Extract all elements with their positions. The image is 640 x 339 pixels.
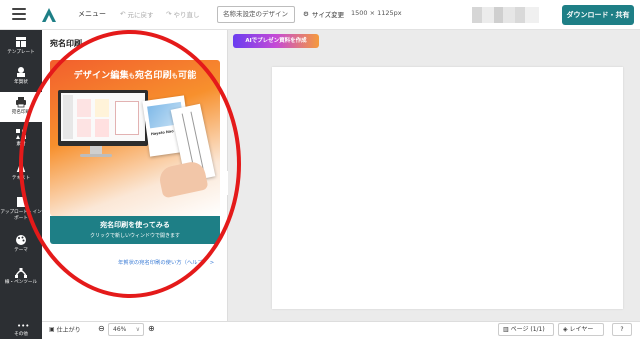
nav-item-label: テーマ [14, 248, 28, 253]
canvas-size-value: 1500 × 1125px [351, 9, 402, 17]
banner-headline-part: デザイン編集 [73, 71, 129, 81]
help-button[interactable]: ? [612, 323, 632, 336]
help-icon: ? [620, 326, 624, 333]
nav-item-theme[interactable]: テーマ [0, 230, 42, 260]
text-icon: A [17, 162, 26, 174]
layers-label: レイヤー [569, 326, 594, 333]
cta-main-label: 宛名印刷を使ってみる [100, 221, 170, 229]
layers-icon: ◈ [563, 326, 568, 333]
undo-icon: ↶ [120, 10, 126, 18]
app-logo[interactable] [40, 6, 58, 24]
artboard[interactable] [272, 67, 623, 309]
nav-item-template[interactable]: テンプレート [0, 32, 42, 62]
size-change-button[interactable]: ⚙ サイズ変更 [303, 9, 344, 19]
menu-button[interactable]: メニュー [78, 9, 106, 19]
redo-button[interactable]: ↷ やり直し [166, 9, 199, 19]
zoom-select[interactable]: 46% ∨ [108, 323, 144, 336]
redo-icon: ↷ [166, 10, 172, 18]
nav-item-new-year-card[interactable]: 年賀状 [0, 62, 42, 92]
nav-item-elements[interactable]: 素材 [0, 124, 42, 154]
nav-item-label: 宛名印刷 [11, 110, 31, 115]
template-icon [16, 37, 26, 47]
gear-icon: ⚙ [303, 10, 309, 18]
undo-button[interactable]: ↶ 元に戻す [120, 9, 153, 19]
nav-item-other[interactable]: ••• その他 [0, 321, 42, 339]
printer-icon [16, 97, 26, 108]
chevron-down-icon: ∨ [135, 326, 140, 333]
design-name-field[interactable]: 名称未設定のデザイン [217, 6, 295, 23]
finish-label: 仕上がり [56, 327, 81, 334]
download-share-button[interactable]: ダウンロード・共有 [562, 5, 634, 25]
shapes-icon [16, 129, 26, 139]
nav-item-address-print[interactable]: 宛名印刷 [0, 92, 42, 122]
hand-illustration [157, 159, 209, 199]
cta-sub-label: クリックで新しいウィンドウで開きます [89, 233, 180, 239]
banner-headline-part: 可能 [178, 71, 197, 81]
nav-item-label: その他 [14, 332, 28, 337]
card-name: Hayato Nao [150, 129, 174, 137]
pages-label: ページ (1/1) [510, 326, 545, 333]
zoom-in-icon[interactable]: ⊕ [148, 324, 155, 333]
user-account-blurred[interactable] [472, 7, 550, 23]
new-year-card-icon [17, 67, 25, 77]
hamburger-menu-icon[interactable] [12, 8, 26, 20]
nav-item-label: 年賀状 [14, 80, 28, 85]
dots-icon: ••• [17, 322, 30, 330]
panel-title: 宛名印刷 [50, 39, 82, 48]
layers-button[interactable]: ◈ レイヤー [558, 323, 604, 336]
zoom-out-icon[interactable]: ⊖ [98, 324, 105, 333]
undo-label: 元に戻す [127, 11, 154, 19]
address-print-banner[interactable]: デザイン編集も宛名印刷も可能 Hayato Nao [50, 60, 220, 216]
pen-tool-icon [15, 268, 27, 278]
monitor-illustration [58, 90, 148, 146]
nav-item-label: テキスト [11, 176, 31, 181]
nav-item-text[interactable]: A テキスト [0, 158, 42, 188]
banner-headline-part: 宛名印刷 [134, 71, 172, 81]
nav-item-label: アップロード・インポート [0, 210, 42, 221]
zoom-value: 46% [113, 326, 127, 333]
nav-item-upload[interactable]: アップロード・インポート [0, 192, 42, 222]
nav-item-pen-tool[interactable]: 線・ペンツール [0, 262, 42, 292]
finish-icon: ▣ [49, 326, 55, 333]
help-link[interactable]: 年賀状の宛名印刷の使い方（ヘルプ） > [118, 258, 214, 266]
banner-headline: デザイン編集も宛名印刷も可能 [50, 68, 220, 81]
size-change-label: サイズ変更 [311, 11, 345, 19]
nav-item-label: 素材 [16, 142, 26, 147]
finish-button[interactable]: ▣ 仕上がり [49, 325, 81, 334]
upload-icon [17, 197, 25, 207]
nav-item-label: テンプレート [7, 50, 35, 55]
redo-label: やり直し [173, 11, 200, 19]
palette-icon [16, 235, 26, 245]
nav-item-label: 線・ペンツール [4, 280, 38, 285]
pages-button[interactable]: ▥ ページ (1/1) [498, 323, 554, 336]
ai-presentation-button[interactable]: AIでプレゼン資料を作成 [233, 34, 319, 48]
use-address-print-button[interactable]: 宛名印刷を使ってみる クリックで新しいウィンドウで開きます [50, 216, 220, 244]
pages-icon: ▥ [503, 326, 509, 333]
svg-text:A: A [17, 162, 26, 174]
